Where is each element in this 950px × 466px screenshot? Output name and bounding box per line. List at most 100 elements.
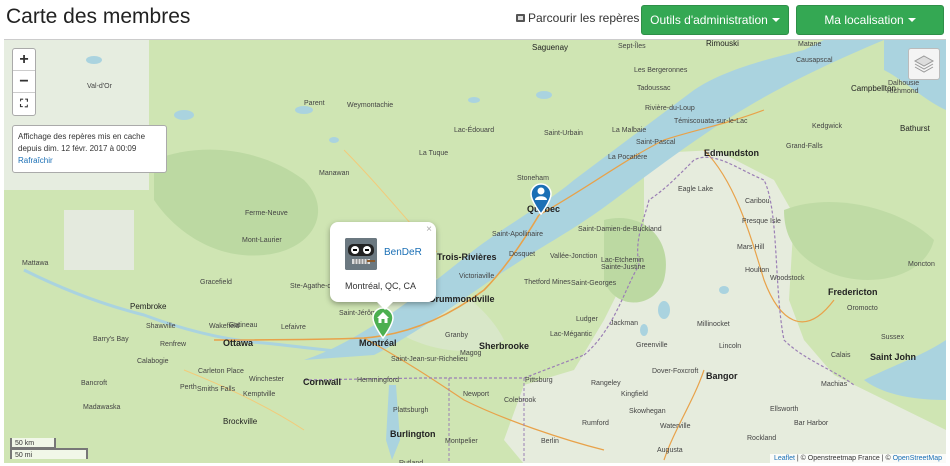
place-label: Rockland — [747, 435, 777, 442]
place-label: Saint-Jean-sur-Richelieu — [391, 356, 468, 363]
place-label: Bar Harbor — [794, 420, 829, 427]
attribution-text: | © Openstreetmap France | © — [794, 455, 893, 462]
avatar — [345, 238, 377, 270]
place-label: Edmundston — [704, 148, 759, 158]
place-label: Colebrook — [504, 397, 536, 404]
leaflet-link[interactable]: Leaflet — [774, 455, 795, 462]
place-label: Les Bergeronnes — [634, 67, 688, 74]
place-label: Lac-Édouard — [454, 127, 495, 134]
place-label: Saint-Damien-de-Buckland — [578, 226, 662, 233]
place-label: Stoneham — [517, 175, 549, 182]
place-label: Rivière-du-Loup — [645, 105, 695, 112]
place-label: Machias — [821, 381, 848, 388]
place-label: La Tuque — [419, 150, 449, 157]
place-label: Saint-Georges — [571, 280, 617, 287]
place-label: Gracefield — [200, 279, 232, 286]
place-label: Berlin — [541, 438, 559, 445]
place-label: Lefaivre — [281, 324, 306, 331]
place-label: Magog — [460, 350, 482, 357]
place-label: Dosquet — [509, 251, 536, 258]
popup-close-button[interactable]: × — [426, 224, 432, 235]
place-label: Eagle Lake — [678, 186, 714, 193]
cache-notice-text: Affichage des repères mis en cache depui… — [18, 132, 146, 153]
zoom-in-button[interactable]: + — [13, 49, 35, 71]
place-label: Calais — [831, 352, 851, 359]
place-label: Lac-Mégantic — [550, 331, 593, 338]
place-label: Moncton — [908, 261, 935, 268]
place-label: La Malbaie — [612, 127, 647, 134]
place-label: Thetford Mines — [524, 279, 571, 286]
place-label: Smiths Falls — [197, 386, 236, 393]
place-label: Waterville — [660, 423, 691, 430]
place-label: Ottawa — [223, 338, 254, 348]
member-map[interactable]: Saguenay Rimouski Matane Sept-Îles Causapsca… — [4, 39, 946, 463]
my-location-button[interactable]: Ma localisation — [796, 5, 944, 35]
place-label: Presque Isle — [742, 218, 781, 225]
zoom-out-button[interactable]: − — [13, 71, 35, 93]
place-label: Sussex — [881, 334, 904, 341]
place-label: Plattsburgh — [393, 407, 429, 414]
place-label: Rumford — [582, 420, 609, 427]
layers-control[interactable] — [908, 48, 940, 80]
place-label: Victoriaville — [459, 273, 495, 280]
place-label: Grand-Falls — [786, 143, 823, 150]
place-label: Augusta — [657, 447, 683, 454]
list-icon — [516, 14, 525, 22]
place-label: Mont-Laurier — [242, 237, 282, 244]
place-label: Bancroft — [81, 380, 108, 387]
place-label: Matane — [798, 41, 822, 48]
user-marker[interactable] — [530, 183, 552, 220]
place-label: Newport — [463, 391, 490, 398]
place-label: Pittsburg — [525, 377, 553, 384]
place-label: Mattawa — [22, 260, 49, 267]
place-label: La Pocatière — [608, 154, 648, 161]
place-label: Kemptville — [243, 391, 276, 398]
place-label: Renfrew — [160, 341, 187, 348]
robot-avatar-icon — [345, 238, 377, 270]
place-label: Ludger — [576, 316, 598, 323]
place-label: Sainte-Justine — [601, 264, 646, 271]
admin-tools-label: Outils d'administration — [650, 13, 768, 27]
place-label: Perth — [180, 384, 197, 391]
place-label: Cornwall — [303, 377, 342, 387]
place-label: Bathurst — [900, 124, 930, 133]
place-label: Rangeley — [591, 380, 621, 387]
place-label: Skowhegan — [629, 408, 666, 415]
place-label: Dover-Foxcroft — [652, 368, 699, 375]
map-scale: 50 km 50 mi — [10, 438, 88, 459]
fullscreen-button[interactable]: ⛶ — [13, 93, 35, 115]
place-label: Carleton Place — [198, 368, 244, 375]
place-label: Rimouski — [706, 39, 739, 48]
place-label: Granby — [445, 332, 468, 339]
place-label: Burlington — [390, 429, 436, 439]
place-label: Shawville — [146, 323, 176, 330]
home-marker[interactable] — [372, 307, 394, 344]
refresh-link[interactable]: Rafraîchir — [18, 156, 53, 165]
admin-tools-button[interactable]: Outils d'administration — [641, 5, 789, 35]
place-label: Montpelier — [445, 438, 478, 445]
place-label: Lac-Etchemin — [601, 257, 644, 264]
place-label: Ellsworth — [770, 406, 799, 413]
place-label: Barry's Bay — [93, 336, 129, 343]
browse-markers-link[interactable]: Parcourir les repères — [516, 11, 639, 25]
place-label: Madawaska — [83, 404, 121, 411]
place-label: Kingfield — [621, 391, 648, 398]
place-label: Dalhousie — [888, 80, 920, 87]
osm-link[interactable]: OpenStreetMap — [893, 455, 942, 462]
place-label: Tadoussac — [637, 85, 671, 92]
place-label: Hemmingford — [357, 377, 400, 384]
place-label: Saint-Pascal — [636, 139, 676, 146]
place-label: Caribou — [745, 198, 770, 205]
member-location: Montréal, QC, CA — [345, 281, 417, 291]
place-label: Rutland — [399, 460, 423, 463]
zoom-control: + − ⛶ — [12, 48, 36, 116]
member-popup: × BenDeR Montréal, QC, CA — [330, 222, 436, 310]
scale-mi: 50 mi — [10, 448, 88, 459]
place-label: Oromocto — [847, 305, 878, 312]
cache-notice: Affichage des repères mis en cache depui… — [12, 125, 167, 173]
place-label: Vallée-Jonction — [550, 253, 598, 260]
place-label: Millinocket — [697, 321, 730, 328]
place-label: Sept-Îles — [618, 43, 646, 50]
place-label: Saint-Apollinaire — [492, 231, 543, 238]
member-username-link[interactable]: BenDeR — [384, 247, 422, 258]
